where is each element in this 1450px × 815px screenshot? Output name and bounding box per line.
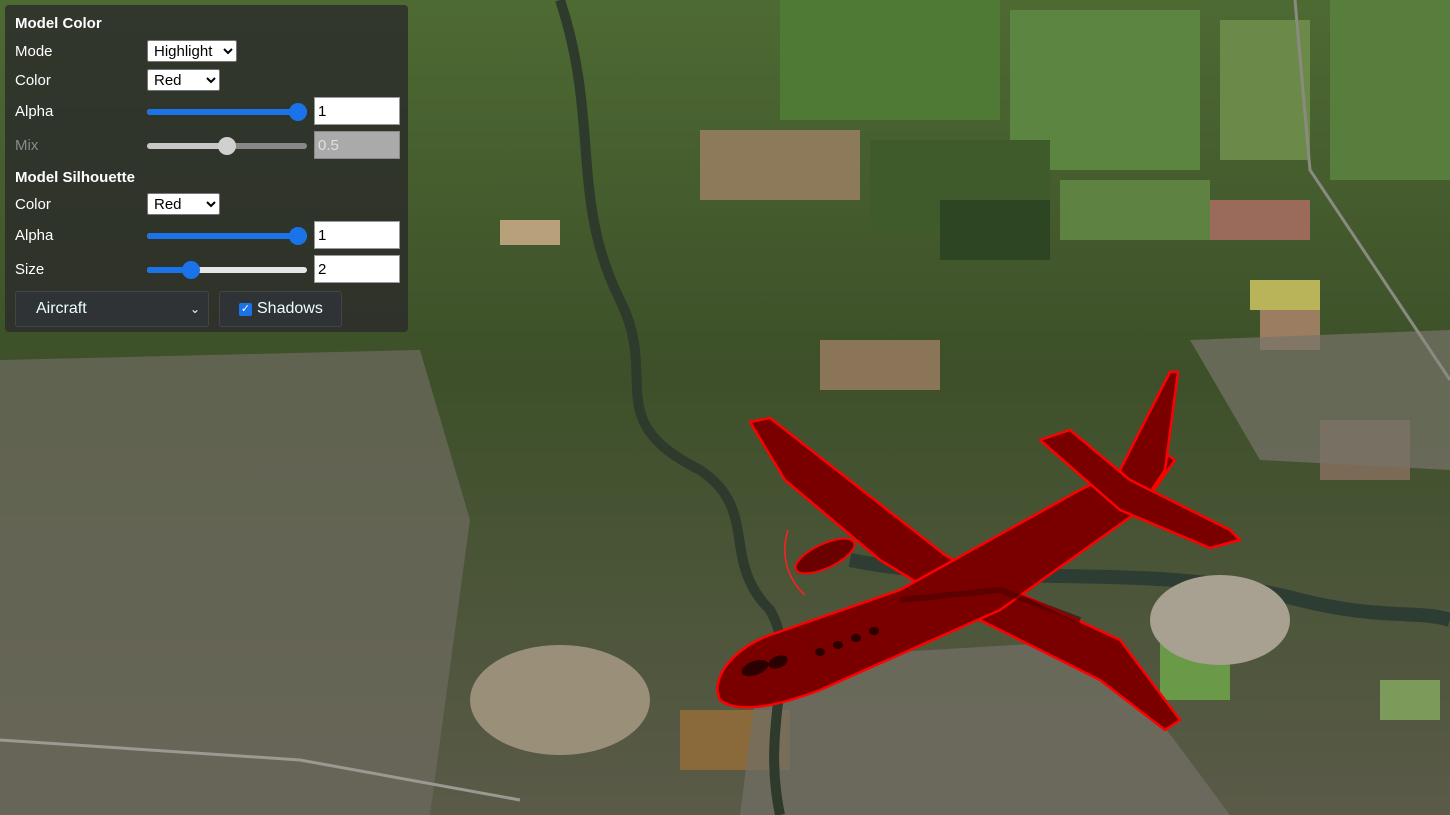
alpha-row: Alpha [15,93,400,129]
alpha-slider[interactable] [146,101,307,121]
mix-row: Mix [15,129,400,161]
checkmark-icon[interactable]: ✓ [239,302,252,316]
silhouette-size-slider[interactable] [146,259,307,279]
silhouette-size-row: Size [15,251,400,287]
cesium-viewer[interactable]: Model Color Mode Highlight Color Red Alp… [0,0,1450,815]
mode-label: Mode [15,42,53,60]
model-select-value: Aircraft [36,300,87,317]
model-color-title: Model Color [15,15,102,32]
silhouette-color-label: Color [15,195,51,213]
silhouette-size-slider-thumb[interactable] [182,261,201,279]
model-select[interactable]: Aircraft ⌄ [15,291,209,327]
mode-row: Mode Highlight [15,35,400,67]
model-silhouette-title: Model Silhouette [15,169,135,186]
mode-select[interactable]: Highlight [147,40,237,62]
silhouette-color-select[interactable]: Red [147,193,220,215]
color-label: Color [15,71,51,89]
shadows-toggle[interactable]: ✓ Shadows [219,291,342,327]
silhouette-alpha-input[interactable] [314,221,400,249]
color-select[interactable]: Red [147,69,220,91]
chevron-down-icon: ⌄ [189,302,200,316]
mix-slider-thumb[interactable] [217,137,236,155]
color-row: Color Red [15,67,400,93]
aircraft-model[interactable] [700,360,1260,750]
mix-slider[interactable] [146,135,307,155]
aircraft-engine [794,537,856,575]
mix-label: Mix [15,136,39,154]
silhouette-alpha-slider-thumb[interactable] [288,227,307,245]
alpha-input[interactable] [314,97,400,125]
alpha-slider-thumb[interactable] [288,103,307,121]
mix-input[interactable] [314,131,400,159]
silhouette-alpha-label: Alpha [15,226,54,244]
alpha-label: Alpha [15,102,54,120]
silhouette-size-input[interactable] [314,255,400,283]
toolbar-panel: Model Color Mode Highlight Color Red Alp… [5,5,408,332]
silhouette-alpha-slider[interactable] [146,225,307,245]
shadows-label: Shadows [257,300,323,317]
silhouette-alpha-row: Alpha [15,219,400,251]
silhouette-color-row: Color Red [15,189,400,219]
bottom-controls: Aircraft ⌄ ✓ Shadows [15,291,400,327]
silhouette-size-label: Size [15,260,45,278]
